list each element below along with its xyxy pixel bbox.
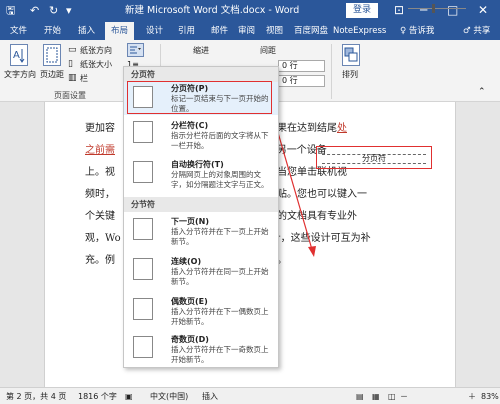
columns-icon[interactable]: ▥ [68,73,77,83]
tab-file[interactable]: 文件 [10,22,27,40]
continuous-icon [133,258,153,280]
text-direction-icon[interactable]: A [10,44,28,66]
margins-label[interactable]: 页边距 [40,70,64,80]
menu-item-title: 奇数页(D) [171,335,209,344]
menu-item-desc: 插入分节符并在下一偶数页上开始新节。 [171,307,269,326]
undo-icon[interactable]: ↶ [30,3,39,19]
tab-home[interactable]: 开始 [44,22,61,40]
zoom-slider[interactable] [408,8,466,9]
menu-item-title: 连续(O) [171,257,202,266]
word-count[interactable]: 1816 个字 [78,388,117,404]
margins-icon[interactable] [43,44,61,66]
tab-design[interactable]: 设计 [146,22,163,40]
read-mode-icon[interactable]: ▤ [356,388,364,404]
orientation-icon[interactable]: ▭ [68,45,77,55]
redo-icon[interactable]: ↻ [49,3,58,19]
text-direction-label[interactable]: 文字方向 [4,70,36,80]
menu-item-next-page[interactable]: 下一页(N) 插入分节符并在下一页上开始新节。 [124,214,278,250]
window-title: 新建 Microsoft Word 文档.docx - Word [125,5,300,16]
minimize-button[interactable]: ─ [420,2,427,18]
zoom-slider-thumb[interactable] [432,4,435,13]
text-wrapping-icon [133,161,153,183]
zoom-out-button[interactable]: － [400,388,408,404]
language[interactable]: 中文(中国) [150,388,188,404]
tab-references[interactable]: 引用 [178,22,195,40]
page-break-marker: 分页符 [322,154,426,164]
group-separator [331,44,332,99]
title-bar: 🖫 ↶ ↻ ▾ 新建 Microsoft Word 文档.docx - Word… [0,0,500,22]
maximize-button[interactable]: □ [447,2,458,18]
tab-view[interactable]: 视图 [266,22,283,40]
zoom-level[interactable]: 83% [481,388,499,404]
spacing-after-input[interactable]: 0 行 [278,75,325,87]
menu-item-desc: 插入分节符并在下一页上开始新节。 [171,227,269,246]
tab-mailings[interactable]: 邮件 [211,22,228,40]
page-breaks-section-header: 分页符 [124,67,278,82]
tab-noteexpress[interactable]: NoteExpress [333,22,386,40]
menu-item-title: 分栏符(C) [171,121,209,130]
menu-item-column-break[interactable]: 分栏符(C) 指示分栏符后面的文字将从下一栏开始。 [124,117,278,153]
menu-item-title: 偶数页(E) [171,297,208,306]
menu-item-title: 自动换行符(T) [171,160,224,169]
page-break-label: 分页符 [362,154,386,163]
status-bar: 第 2 页，共 4 页 1816 个字 ▣ 中文(中国) 插入 ▤ ▦ ◫ － … [0,387,500,404]
collapse-ribbon-icon[interactable]: ⌃ [478,87,486,97]
tab-layout[interactable]: 布局 [105,22,135,40]
page-count[interactable]: 第 2 页，共 4 页 [6,388,66,404]
next-page-icon [133,218,153,240]
menu-item-text-wrapping[interactable]: 自动换行符(T) 分隔网页上的对象周围的文字，如分隔题注文字与正文。 [124,157,278,195]
section-breaks-section-header: 分节符 [124,197,278,212]
zoom-in-button[interactable]: ＋ [468,388,476,404]
size-label[interactable]: 纸张大小 [80,60,112,70]
columns-label[interactable]: 栏 [80,74,88,84]
size-icon[interactable]: ▯ [68,59,73,69]
tab-baidu-netdisk[interactable]: 百度网盘 [294,22,328,40]
odd-page-icon [133,336,153,358]
menu-item-even-page[interactable]: 偶数页(E) 插入分节符并在下一偶数页上开始新节。 [124,294,278,330]
ribbon-tabs: 文件 开始 插入 布局 设计 引用 邮件 审阅 视图 百度网盘 NoteExpr… [0,22,500,40]
arrange-icon[interactable] [342,44,360,66]
even-page-icon [133,298,153,320]
proofing-icon[interactable]: ▣ [125,388,133,404]
spacing-before-input[interactable]: 0 行 [278,60,325,72]
tab-review[interactable]: 审阅 [238,22,255,40]
menu-item-desc: 插入分节符并在下一奇数页上开始新节。 [171,345,269,364]
page-setup-group-label: 页面设置 [54,91,86,100]
menu-item-desc: 指示分栏符后面的文字将从下一栏开始。 [171,131,269,150]
column-break-icon [133,121,153,143]
indent-label: 缩进 [193,46,209,55]
login-button[interactable]: 登录 [346,3,378,18]
arrange-label[interactable]: 排列 [342,70,358,80]
menu-item-continuous[interactable]: 连续(O) 插入分节符并在同一页上开始新节。 [124,254,278,290]
menu-item-desc: 分隔网页上的对象周围的文字，如分隔题注文字与正文。 [171,170,269,189]
tab-insert[interactable]: 插入 [78,22,95,40]
tell-me-search[interactable]: ♀ 告诉我 [400,22,434,40]
print-layout-icon[interactable]: ▦ [372,388,380,404]
menu-item-title: 下一页(N) [171,217,210,226]
close-button[interactable]: ✕ [478,2,488,18]
web-layout-icon[interactable]: ◫ [388,388,396,404]
breaks-icon[interactable] [127,43,144,57]
menu-item-odd-page[interactable]: 奇数页(D) 插入分节符并在下一奇数页上开始新节。 [124,332,278,368]
ribbon-display-options-icon[interactable]: ⊡ [394,2,404,18]
spacing-label: 间距 [260,46,276,55]
svg-text:A: A [13,50,20,61]
insert-mode[interactable]: 插入 [202,388,218,404]
menu-item-desc: 插入分节符并在同一页上开始新节。 [171,267,269,286]
orientation-label[interactable]: 纸张方向 [80,46,112,56]
customize-quick-access-icon[interactable]: ▾ [66,3,72,19]
save-icon[interactable]: 🖫 [6,3,15,19]
share-button[interactable]: ♂ 共享 [463,22,490,40]
page-break-option-highlight-box [127,81,272,114]
